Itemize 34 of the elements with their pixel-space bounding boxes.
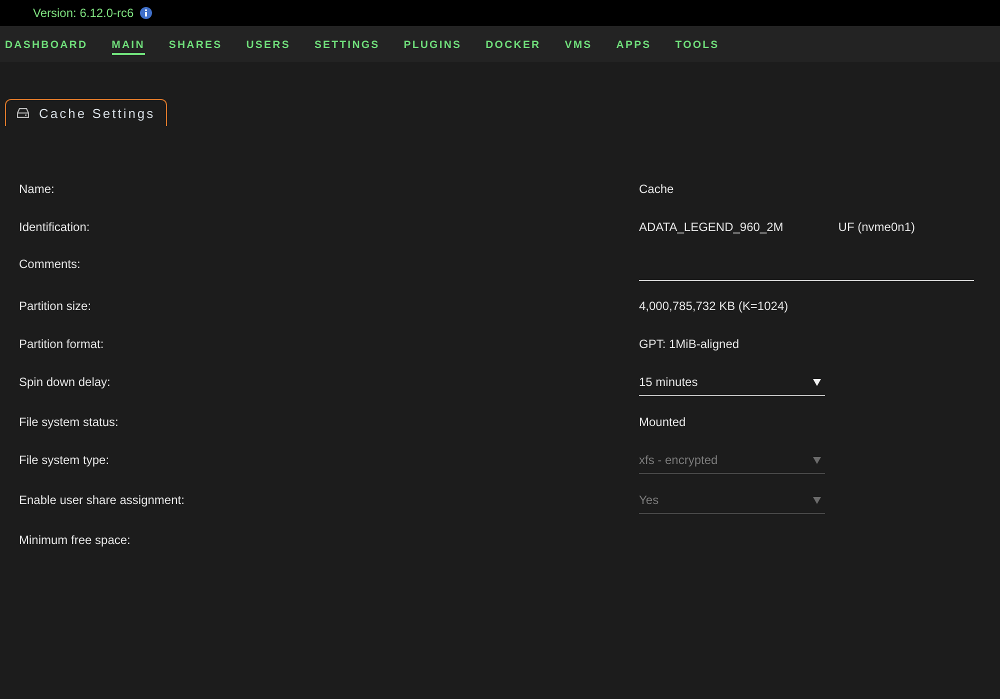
nav-tab[interactable]: PLUGINS [404,36,462,54]
field-label: File system status: [19,415,118,429]
field-value: GPT: 1MiB-aligned [639,337,740,351]
field-label: File system type: [19,453,110,467]
field-value: UF (nvme0n1) [838,220,915,234]
field-label: Partition size: [19,299,92,313]
field-label: Name: [19,182,54,196]
nav-tab[interactable]: TOOLS [675,36,720,54]
nav-tab[interactable]: DASHBOARD [5,36,88,54]
field-value: Cache [639,182,674,196]
version-text: Version: 6.12.0-rc6 [33,6,134,20]
field-value: Mounted [639,415,686,429]
caret-icon [813,497,821,504]
nav-tab[interactable]: USERS [246,36,290,54]
field-label: Spin down delay: [19,375,110,389]
field-label: Minimum free space: [19,533,130,547]
nav-tab[interactable]: SHARES [168,36,222,54]
field-label: Comments: [19,257,80,271]
settings-tab[interactable]: Cache Settings [5,99,168,126]
field-value: ADATA_LEGEND_960_2M [639,220,784,234]
nav-tab[interactable]: DOCKER [486,36,541,54]
dropdown-select[interactable]: 15 minutes [639,375,825,396]
drive-icon [17,108,29,118]
field-label: Partition format: [19,337,104,351]
nav-tab[interactable]: VMS [564,36,592,54]
caret-icon [813,379,821,386]
info-icon[interactable] [140,7,152,19]
caret-icon [813,457,821,464]
field-label: Identification: [19,220,90,234]
nav-tab[interactable]: SETTINGS [314,36,380,54]
field-value: 4,000,785,732 KB (K=1024) [639,299,788,313]
nav-tab[interactable]: MAIN [112,36,145,54]
field-label: Enable user share assignment: [19,493,184,507]
nav-tab[interactable]: APPS [616,36,652,54]
